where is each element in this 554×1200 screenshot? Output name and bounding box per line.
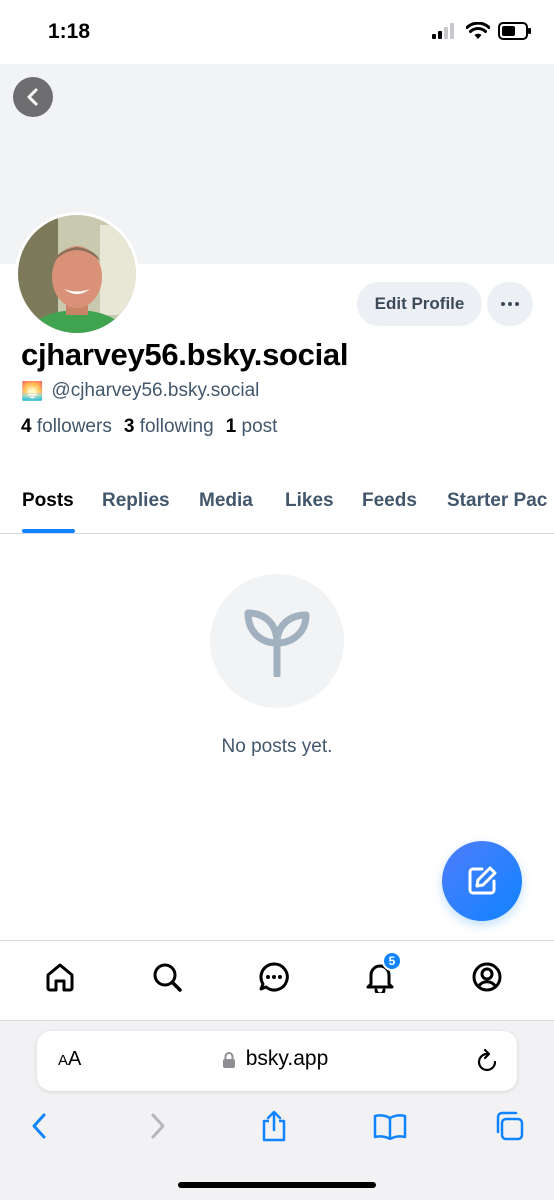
book-icon bbox=[373, 1114, 407, 1140]
tabs-button[interactable] bbox=[491, 1108, 527, 1144]
edit-profile-button[interactable]: Edit Profile bbox=[357, 282, 482, 326]
back-button[interactable] bbox=[13, 77, 53, 117]
nav-home[interactable] bbox=[40, 957, 80, 997]
following-count: 3 bbox=[123, 416, 135, 437]
nav-chat[interactable] bbox=[254, 957, 294, 997]
nav-search[interactable] bbox=[147, 957, 187, 997]
tab-posts[interactable]: Posts bbox=[22, 490, 74, 512]
seedling-icon bbox=[244, 609, 310, 677]
profile-icon bbox=[472, 962, 502, 992]
home-indicator bbox=[178, 1182, 376, 1188]
chevron-left-icon bbox=[27, 88, 38, 106]
share-icon bbox=[262, 1110, 286, 1142]
tab-starter-packs[interactable]: Starter Pac bbox=[447, 490, 547, 512]
profile-stats: 4 followers 3 following 1 post bbox=[21, 416, 277, 438]
posts-label: post bbox=[241, 416, 278, 437]
cellular-signal-icon bbox=[432, 23, 454, 39]
compose-post-button[interactable] bbox=[442, 841, 522, 921]
search-icon bbox=[153, 963, 182, 992]
avatar-photo bbox=[18, 215, 136, 333]
status-time: 1:18 bbox=[48, 20, 91, 43]
profile-tabs: Posts Replies Media Likes Feeds Starter … bbox=[0, 470, 554, 534]
browser-back-button[interactable] bbox=[21, 1108, 57, 1144]
followers-count: 4 bbox=[21, 416, 32, 437]
avatar-image bbox=[18, 215, 136, 333]
tab-replies[interactable]: Replies bbox=[102, 490, 170, 512]
handle-emoji: 🌅 bbox=[21, 380, 44, 401]
chat-icon bbox=[259, 962, 289, 992]
empty-state-message: No posts yet. bbox=[221, 736, 333, 757]
compose-icon bbox=[468, 866, 497, 895]
more-dot bbox=[515, 302, 519, 306]
active-tab-indicator bbox=[22, 529, 75, 533]
battery-icon bbox=[498, 22, 531, 40]
followers-link[interactable]: 4 followers bbox=[21, 416, 112, 438]
empty-state-icon-circle bbox=[210, 574, 344, 708]
status-bar: 1:18 bbox=[0, 0, 554, 64]
tab-likes[interactable]: Likes bbox=[285, 490, 334, 512]
more-dot bbox=[501, 302, 505, 306]
profile-display-name: cjharvey56.bsky.social bbox=[21, 337, 349, 372]
profile-handle-row: 🌅 @cjharvey56.bsky.social bbox=[21, 380, 259, 402]
tab-media[interactable]: Media bbox=[199, 490, 253, 512]
reload-icon[interactable] bbox=[475, 1048, 499, 1074]
share-button[interactable] bbox=[256, 1108, 292, 1144]
home-icon bbox=[46, 963, 74, 992]
browser-forward-button[interactable] bbox=[140, 1108, 176, 1144]
chevron-right-icon bbox=[151, 1113, 165, 1139]
bottom-navigation: 5 bbox=[0, 940, 554, 1020]
followers-label: followers bbox=[36, 416, 112, 437]
profile-handle: @cjharvey56.bsky.social bbox=[51, 380, 260, 401]
following-link[interactable]: 3 following bbox=[124, 416, 214, 438]
posts-count: 1 bbox=[225, 416, 237, 437]
more-options-button[interactable] bbox=[487, 282, 533, 326]
tab-feeds[interactable]: Feeds bbox=[362, 490, 417, 512]
avatar[interactable] bbox=[15, 212, 139, 336]
tabs-icon bbox=[496, 1111, 524, 1141]
status-icons bbox=[432, 22, 532, 40]
following-label: following bbox=[139, 416, 214, 437]
nav-notifications[interactable]: 5 bbox=[360, 951, 402, 997]
url-text: bsky.app bbox=[245, 1047, 329, 1070]
wifi-icon bbox=[466, 22, 490, 39]
nav-profile[interactable] bbox=[467, 957, 507, 997]
address-bar[interactable]: AA bsky.app bbox=[37, 1031, 517, 1091]
more-dot bbox=[508, 302, 512, 306]
chevron-left-icon bbox=[32, 1113, 46, 1139]
posts-stat: 1 post bbox=[226, 416, 278, 438]
bookmarks-button[interactable] bbox=[372, 1108, 408, 1144]
notifications-badge: 5 bbox=[382, 951, 402, 971]
